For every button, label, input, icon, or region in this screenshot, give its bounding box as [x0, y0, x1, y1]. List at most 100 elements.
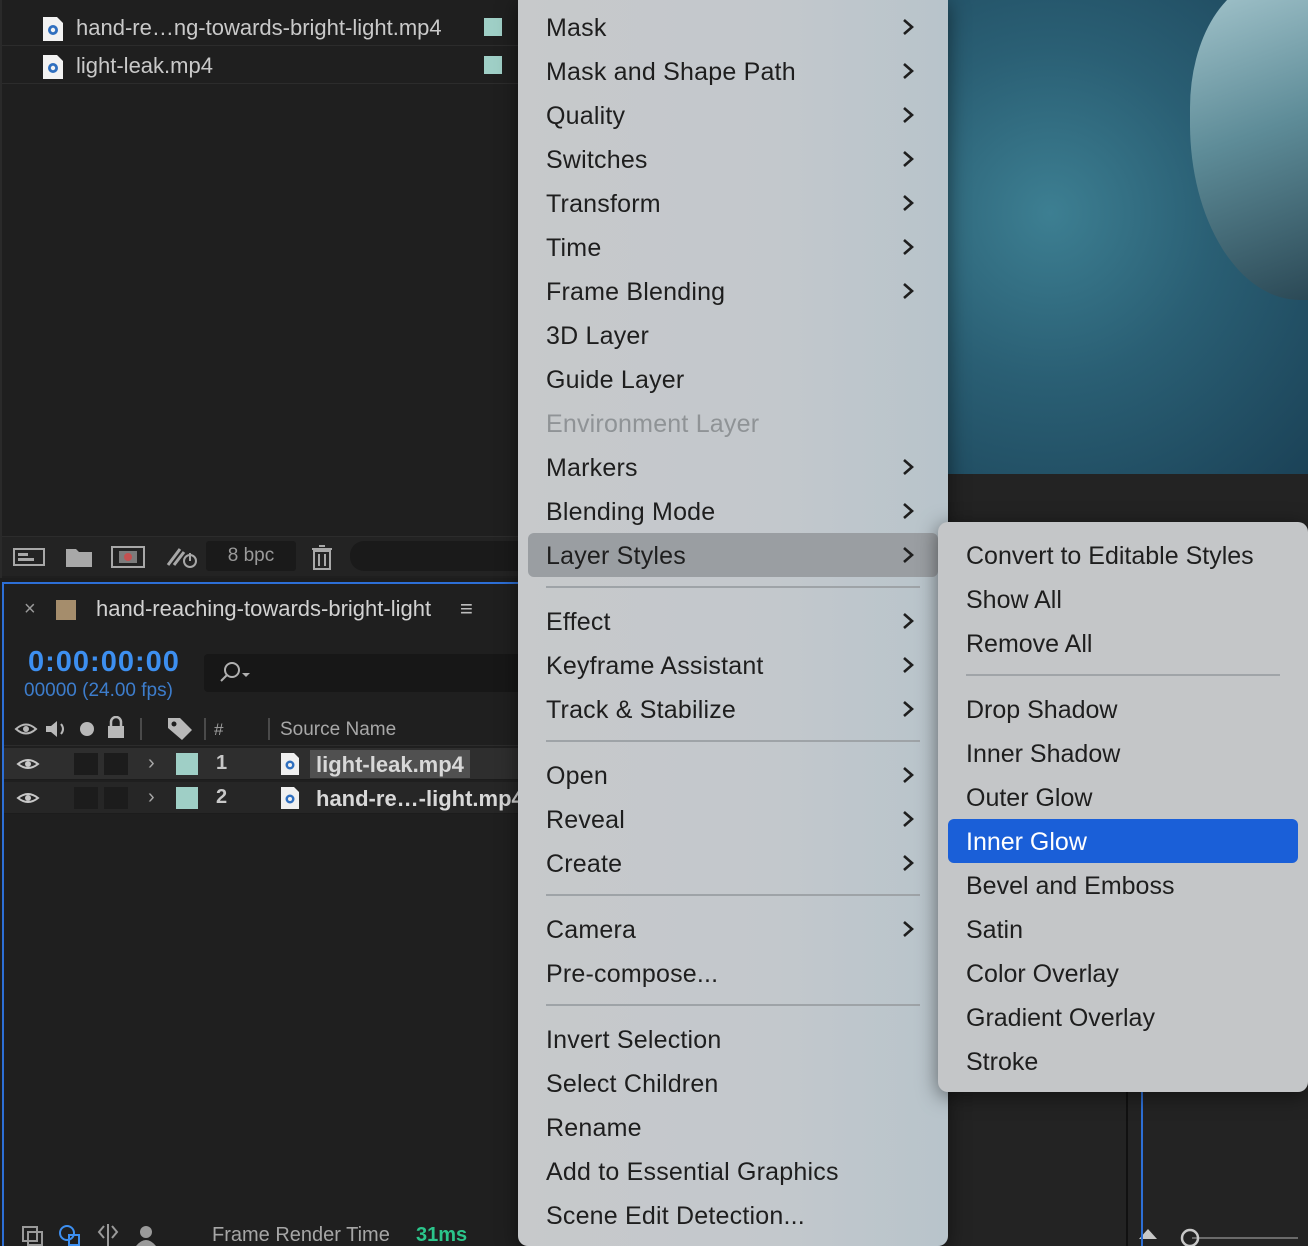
label-color-swatch[interactable]	[484, 18, 502, 36]
submenu-item-label: Inner Shadow	[966, 740, 1121, 768]
menu-item-select-children[interactable]: Select Children	[528, 1061, 938, 1105]
draft-3d-icon[interactable]	[134, 1224, 160, 1246]
submenu-item-bevel-and-emboss[interactable]: Bevel and Emboss	[948, 863, 1298, 907]
new-composition-icon[interactable]	[110, 543, 146, 571]
menu-item-switches[interactable]: Switches	[528, 137, 938, 181]
timeline-search-input[interactable]	[204, 654, 522, 692]
layer-label-swatch[interactable]	[176, 787, 198, 809]
timeline-layer-row[interactable]: › 1 light-leak.mp4	[4, 748, 522, 780]
menu-item-label: Environment Layer	[546, 410, 760, 438]
submenu-item-gradient-overlay[interactable]: Gradient Overlay	[948, 995, 1298, 1039]
lock-toggle[interactable]	[104, 787, 128, 809]
project-item-name: light-leak.mp4	[76, 53, 213, 78]
lock-toggle[interactable]	[104, 753, 128, 775]
submenu-item-convert-to-editable-styles[interactable]: Convert to Editable Styles	[948, 533, 1298, 577]
chevron-right-icon	[903, 921, 914, 937]
menu-item-invert-selection[interactable]: Invert Selection	[528, 1017, 938, 1061]
composition-viewer[interactable]	[940, 0, 1308, 474]
render-queue-icon[interactable]	[164, 543, 200, 571]
menu-item-label: Layer Styles	[546, 542, 686, 570]
timeline-column-header: # Source Name	[4, 712, 522, 746]
layer-label-swatch[interactable]	[176, 753, 198, 775]
interpret-footage-icon[interactable]	[12, 543, 46, 571]
chevron-right-icon	[903, 767, 914, 783]
submenu-item-stroke[interactable]: Stroke	[948, 1039, 1298, 1083]
project-item[interactable]: hand-re…ng-towards-bright-light.mp4	[2, 8, 522, 46]
menu-item-add-to-essential-graphics[interactable]: Add to Essential Graphics	[528, 1149, 938, 1193]
submenu-item-color-overlay[interactable]: Color Overlay	[948, 951, 1298, 995]
menu-item-label: Reveal	[546, 806, 626, 834]
menu-item-guide-layer[interactable]: Guide Layer	[528, 357, 938, 401]
submenu-item-inner-shadow[interactable]: Inner Shadow	[948, 731, 1298, 775]
in-out-stretch-icon[interactable]	[96, 1224, 120, 1246]
chevron-right-icon	[903, 459, 914, 475]
submenu-item-outer-glow[interactable]: Outer Glow	[948, 775, 1298, 819]
menu-item-frame-blending[interactable]: Frame Blending	[528, 269, 938, 313]
menu-item-rename[interactable]: Rename	[528, 1105, 938, 1149]
menu-item-scene-edit-detection[interactable]: Scene Edit Detection...	[528, 1193, 938, 1237]
menu-item-open[interactable]: Open	[528, 753, 938, 797]
solo-toggle[interactable]	[74, 787, 98, 809]
menu-item-label: Mask and Shape Path	[546, 58, 796, 86]
layer-name[interactable]: hand-re…-light.mp4	[310, 784, 530, 812]
menu-item-quality[interactable]: Quality	[528, 93, 938, 137]
menu-item-label: Rename	[546, 1114, 642, 1142]
panel-menu-icon[interactable]: ≡	[460, 596, 473, 622]
trash-icon[interactable]	[310, 543, 334, 571]
label-color-swatch[interactable]	[484, 56, 502, 74]
column-divider	[204, 718, 206, 740]
menu-item-label: Keyframe Assistant	[546, 652, 764, 680]
bit-depth-button[interactable]: 8 bpc	[206, 541, 296, 571]
menu-separator	[546, 586, 920, 588]
layer-switches-icon[interactable]	[20, 1224, 44, 1246]
submenu-item-label: Color Overlay	[966, 960, 1119, 988]
menu-item-track-and-stabilize[interactable]: Track & Stabilize	[528, 687, 938, 731]
menu-item-label: Blending Mode	[546, 498, 716, 526]
menu-item-mask[interactable]: Mask	[528, 5, 938, 49]
visibility-eye-icon[interactable]	[16, 790, 40, 806]
menu-item-mask-and-shape-path[interactable]: Mask and Shape Path	[528, 49, 938, 93]
solo-toggle[interactable]	[74, 753, 98, 775]
submenu-item-label: Stroke	[966, 1048, 1039, 1076]
menu-item-3d-layer[interactable]: 3D Layer	[528, 313, 938, 357]
menu-item-blending-mode[interactable]: Blending Mode	[528, 489, 938, 533]
timeline-layer-row[interactable]: › 2 hand-re…-light.mp4	[4, 782, 524, 814]
timeline-footer: Frame Render Time 31ms	[4, 1222, 522, 1246]
zoom-slider[interactable]	[1178, 1226, 1298, 1246]
menu-item-reveal[interactable]: Reveal	[528, 797, 938, 841]
playhead[interactable]	[1141, 1092, 1143, 1246]
project-item-name: hand-re…ng-towards-bright-light.mp4	[76, 15, 442, 40]
menu-item-camera[interactable]: Camera	[528, 907, 938, 951]
menu-item-layer-styles[interactable]: Layer Styles	[528, 533, 938, 577]
chevron-right-icon[interactable]: ›	[148, 786, 155, 809]
chevron-right-icon[interactable]: ›	[148, 752, 155, 775]
layer-name[interactable]: light-leak.mp4	[310, 750, 470, 778]
transfer-controls-icon[interactable]	[58, 1224, 82, 1246]
video-file-icon	[281, 787, 299, 809]
menu-separator	[966, 674, 1280, 676]
menu-item-create[interactable]: Create	[528, 841, 938, 885]
visibility-eye-icon[interactable]	[16, 756, 40, 772]
timeline-panel: × hand-reaching-towards-bright-light ≡ 0…	[2, 582, 524, 1246]
menu-item-label: Frame Blending	[546, 278, 726, 306]
project-search-input[interactable]	[350, 541, 522, 571]
video-file-icon	[281, 753, 299, 775]
submenu-item-drop-shadow[interactable]: Drop Shadow	[948, 687, 1298, 731]
menu-item-label: Select Children	[546, 1070, 719, 1098]
submenu-item-inner-glow[interactable]: Inner Glow	[948, 819, 1298, 863]
menu-item-markers[interactable]: Markers	[528, 445, 938, 489]
menu-item-pre-compose[interactable]: Pre-compose...	[528, 951, 938, 995]
submenu-item-satin[interactable]: Satin	[948, 907, 1298, 951]
menu-item-keyframe-assistant[interactable]: Keyframe Assistant	[528, 643, 938, 687]
submenu-item-show-all[interactable]: Show All	[948, 577, 1298, 621]
comp-tab-title[interactable]: hand-reaching-towards-bright-light	[96, 596, 431, 622]
new-folder-icon[interactable]	[64, 543, 94, 571]
column-source-name-header[interactable]: Source Name	[280, 719, 396, 741]
menu-item-transform[interactable]: Transform	[528, 181, 938, 225]
close-icon[interactable]: ×	[24, 598, 36, 621]
project-item[interactable]: light-leak.mp4	[2, 46, 522, 84]
current-time-display[interactable]: 0:00:00:00	[28, 646, 180, 679]
menu-item-time[interactable]: Time	[528, 225, 938, 269]
submenu-item-remove-all[interactable]: Remove All	[948, 621, 1298, 665]
menu-item-effect[interactable]: Effect	[528, 599, 938, 643]
